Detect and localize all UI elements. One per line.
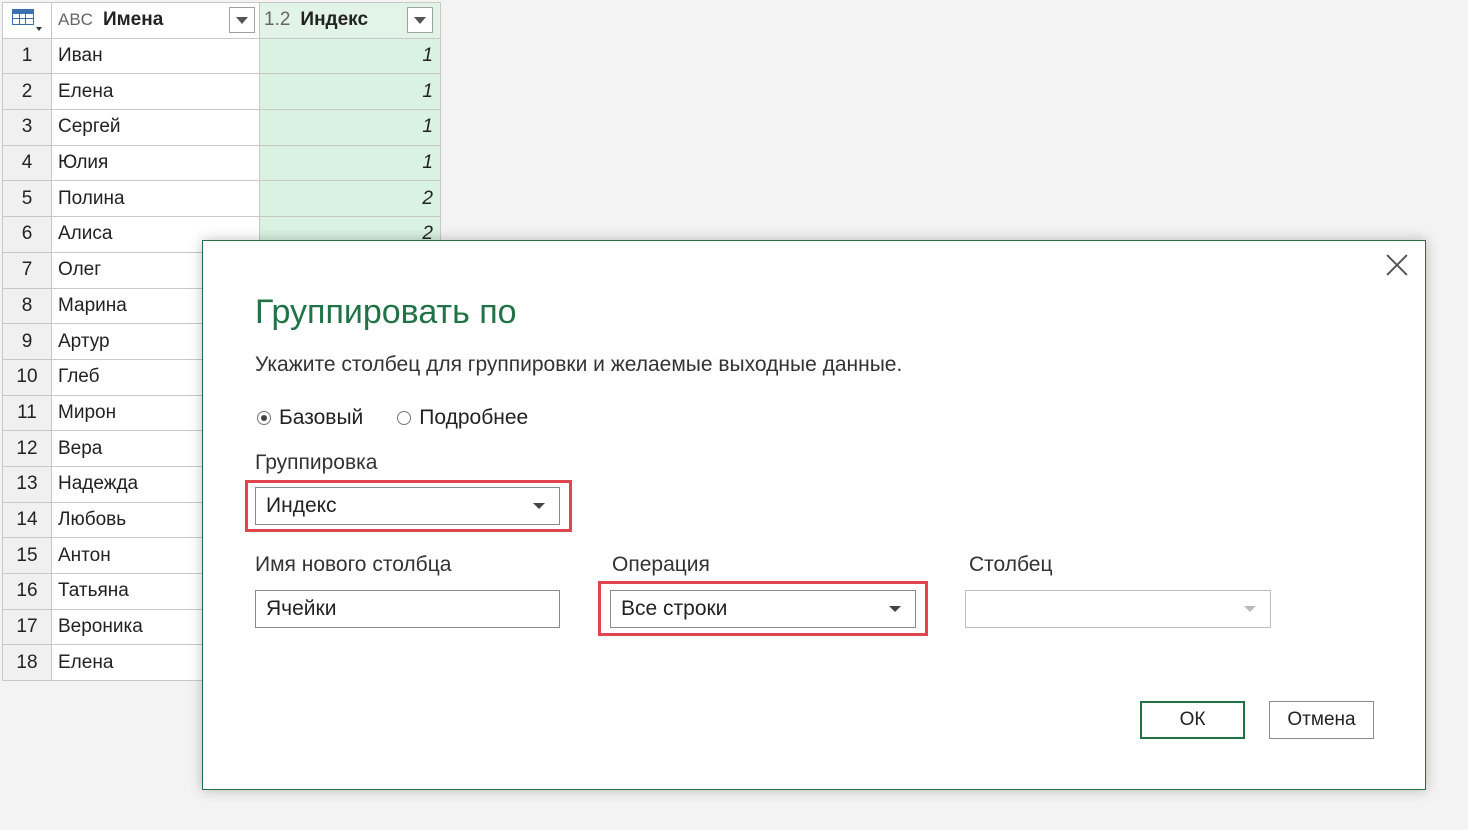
- cell-index[interactable]: 1: [259, 73, 441, 111]
- cell-index[interactable]: 1: [259, 37, 441, 75]
- column-header-names[interactable]: ABC Имена: [51, 2, 260, 39]
- row-number[interactable]: 1: [2, 37, 52, 75]
- new-column-name-label: Имя нового столбца: [255, 553, 452, 576]
- table-row[interactable]: 1 Иван 1: [2, 37, 441, 75]
- column-select: [965, 590, 1271, 628]
- grouping-select[interactable]: Индекс: [255, 487, 560, 525]
- chevron-down-icon: [36, 27, 42, 32]
- column-header-label: Индекс: [300, 9, 369, 31]
- column-filter-button[interactable]: [407, 7, 433, 34]
- cell-index[interactable]: 2: [259, 180, 441, 218]
- cell-index[interactable]: 1: [259, 109, 441, 146]
- row-number[interactable]: 13: [2, 465, 52, 503]
- row-number[interactable]: 4: [2, 144, 52, 182]
- table-icon: [12, 9, 34, 26]
- row-number[interactable]: 16: [2, 573, 52, 610]
- table-row[interactable]: 3 Сергей 1: [2, 109, 441, 146]
- column-header-label: Имена: [102, 9, 164, 31]
- row-number[interactable]: 12: [2, 430, 52, 467]
- chevron-down-icon: [889, 606, 901, 612]
- row-number[interactable]: 6: [2, 216, 52, 253]
- chevron-down-icon: [236, 16, 248, 24]
- mode-radio-group: Базовый Подробнее: [257, 406, 528, 430]
- cell-name[interactable]: Сергей: [51, 109, 260, 146]
- row-number[interactable]: 7: [2, 251, 52, 289]
- ok-button[interactable]: ОК: [1140, 701, 1245, 739]
- cell-name[interactable]: Иван: [51, 37, 260, 75]
- column-filter-button[interactable]: [229, 7, 255, 34]
- row-number[interactable]: 9: [2, 323, 52, 360]
- decimal-type-icon: 1.2: [264, 9, 291, 31]
- row-number[interactable]: 18: [2, 644, 52, 682]
- cancel-button[interactable]: Отмена: [1269, 701, 1374, 739]
- column-label: Столбец: [969, 553, 1053, 576]
- chevron-down-icon: [414, 16, 426, 24]
- text-type-icon: ABC: [58, 10, 93, 30]
- radio-advanced[interactable]: Подробнее: [397, 406, 528, 430]
- row-number[interactable]: 11: [2, 394, 52, 432]
- radio-advanced-label: Подробнее: [419, 406, 529, 429]
- close-icon[interactable]: [1385, 253, 1409, 277]
- row-number[interactable]: 17: [2, 608, 52, 646]
- row-number[interactable]: 14: [2, 501, 52, 539]
- new-column-name-input[interactable]: Ячейки: [255, 590, 560, 628]
- row-number[interactable]: 5: [2, 180, 52, 218]
- grouping-label: Группировка: [255, 451, 378, 474]
- cell-name[interactable]: Елена: [51, 73, 260, 111]
- operation-select-value: Все строки: [621, 597, 728, 620]
- operation-label: Операция: [612, 553, 710, 576]
- row-number[interactable]: 15: [2, 537, 52, 574]
- column-header-index[interactable]: 1.2 Индекс: [259, 2, 441, 39]
- new-column-name-value: Ячейки: [266, 597, 337, 620]
- radio-basic[interactable]: Базовый: [257, 406, 363, 430]
- radio-unselected-icon: [397, 411, 412, 425]
- dialog-subtitle: Укажите столбец для группировки и желаем…: [255, 353, 903, 376]
- chevron-down-icon: [533, 503, 545, 509]
- row-number[interactable]: 3: [2, 109, 52, 146]
- table-menu-button[interactable]: [2, 2, 52, 39]
- radio-basic-label: Базовый: [279, 406, 364, 429]
- cell-index[interactable]: 1: [259, 144, 441, 182]
- row-number[interactable]: 2: [2, 73, 52, 111]
- row-number[interactable]: 10: [2, 358, 52, 396]
- table-row[interactable]: 2 Елена 1: [2, 73, 441, 111]
- cell-name[interactable]: Юлия: [51, 144, 260, 182]
- group-by-dialog: Группировать по Укажите столбец для груп…: [202, 240, 1426, 790]
- radio-selected-icon: [257, 411, 271, 425]
- cell-name[interactable]: Полина: [51, 180, 260, 218]
- table-row[interactable]: 5 Полина 2: [2, 180, 441, 218]
- chevron-down-icon: [1244, 606, 1256, 612]
- grouping-select-value: Индекс: [266, 494, 337, 517]
- row-number[interactable]: 8: [2, 287, 52, 325]
- dialog-title: Группировать по: [255, 293, 517, 331]
- operation-select[interactable]: Все строки: [610, 590, 916, 628]
- table-row[interactable]: 4 Юлия 1: [2, 144, 441, 182]
